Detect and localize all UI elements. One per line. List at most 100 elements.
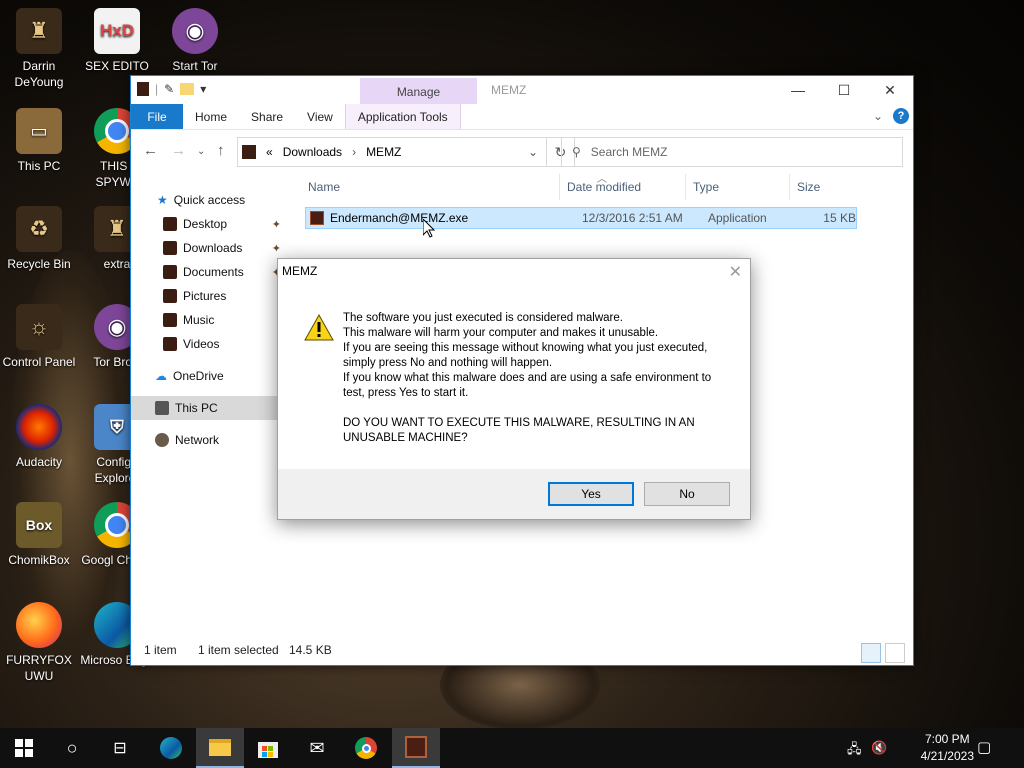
nav-network[interactable]: Network xyxy=(131,428,279,452)
nav-label: OneDrive xyxy=(173,369,224,383)
nav-videos[interactable]: Videos xyxy=(131,332,279,356)
desktop-icon-hxd[interactable]: HxD SEX EDITO xyxy=(78,8,156,74)
tab-manage[interactable]: Manage xyxy=(360,78,477,104)
column-header-size[interactable]: Size xyxy=(797,180,820,194)
nav-quick-access[interactable]: ★ Quick access xyxy=(131,188,279,212)
file-row-selected[interactable]: Endermanch@MEMZ.exe 12/3/2016 2:51 AM Ap… xyxy=(305,207,857,229)
nav-downloads[interactable]: Downloads ✦ xyxy=(131,236,281,260)
question-line: DO YOU WANT TO EXECUTE THIS MALWARE, RES… xyxy=(343,417,695,429)
desktop-icon-furryfox[interactable]: FURRYFOX UWU xyxy=(0,602,78,684)
maximize-button[interactable]: ☐ xyxy=(821,76,867,104)
tab-application-tools[interactable]: Application Tools xyxy=(344,104,461,129)
forward-icon[interactable]: → xyxy=(171,142,186,159)
dialog-message: The software you just executed is consid… xyxy=(343,311,733,446)
tab-file[interactable]: File xyxy=(131,104,183,129)
search-icon[interactable]: ○ xyxy=(48,728,96,768)
desktop-icon-label: SEX EDITO xyxy=(85,59,149,73)
nav-label: Pictures xyxy=(183,289,227,303)
exe-icon xyxy=(310,211,324,225)
taskbar-chrome[interactable] xyxy=(342,728,390,768)
desktop-icon-label: Start Tor xyxy=(172,59,218,73)
column-header-name[interactable]: Name xyxy=(308,180,340,194)
taskbar-mail[interactable]: ✉ xyxy=(293,728,341,768)
up-icon[interactable]: ↑ xyxy=(217,142,225,159)
close-button[interactable]: ✕ xyxy=(867,76,913,104)
taskbar-store[interactable] xyxy=(244,728,292,768)
nav-label: This PC xyxy=(175,401,218,415)
mouse-cursor-icon xyxy=(423,219,435,238)
recycle-bin-icon: ♻ xyxy=(16,206,62,252)
network-icon[interactable]: 🖧 xyxy=(847,740,862,762)
details-view-icon[interactable] xyxy=(861,643,881,663)
expand-ribbon-icon[interactable]: ⌄ xyxy=(873,109,883,123)
breadcrumb-overflow[interactable]: « xyxy=(266,145,273,159)
clock[interactable]: 7:00 PM 4/21/2023 xyxy=(921,731,974,765)
properties-icon[interactable]: ✎ xyxy=(164,82,174,96)
selection-size: 14.5 KB xyxy=(289,643,332,657)
navigation-pane: ★ Quick access Desktop ✦ Downloads ✦ Doc… xyxy=(131,188,281,628)
this-pc-icon xyxy=(155,401,169,415)
taskbar-file-explorer[interactable] xyxy=(196,728,244,768)
clock-date: 4/21/2023 xyxy=(920,749,974,763)
dialog-close-icon[interactable]: ✕ xyxy=(729,262,742,282)
nav-desktop[interactable]: Desktop ✦ xyxy=(131,212,281,236)
column-divider[interactable] xyxy=(789,174,790,200)
tab-share[interactable]: Share xyxy=(239,104,295,129)
column-header-type[interactable]: Type xyxy=(693,180,719,194)
dialog-button-bar: Yes No xyxy=(278,469,750,519)
desktop-icon-control-panel[interactable]: ☼ Control Panel xyxy=(0,304,78,370)
title-bar[interactable]: | ✎ ▾ Manage MEMZ — ☐ ✕ xyxy=(131,76,913,104)
no-button[interactable]: No xyxy=(644,482,730,506)
pin-icon[interactable]: ✦ xyxy=(272,218,281,231)
malware-warning-dialog: MEMZ ✕ The software you just executed is… xyxy=(277,258,751,520)
chrome-icon xyxy=(355,737,377,759)
ribbon-tabs: File Home Share View Application Tools ⌄… xyxy=(131,104,913,130)
nav-music[interactable]: Music xyxy=(131,308,279,332)
column-header-date[interactable]: Date modified xyxy=(567,180,641,194)
breadcrumb-downloads[interactable]: Downloads xyxy=(283,145,342,159)
nav-onedrive[interactable]: ☁ OneDrive xyxy=(131,364,279,388)
desktop-icon-recycle-bin[interactable]: ♻ Recycle Bin xyxy=(0,206,78,272)
desktop-icon-label: Darrin DeYoung xyxy=(14,59,64,89)
edge-icon xyxy=(160,737,182,759)
windows-logo-icon xyxy=(15,739,33,757)
desktop-icon-start-tor[interactable]: ◉ Start Tor xyxy=(156,8,234,74)
recent-locations-icon[interactable]: ⌄ xyxy=(197,146,205,157)
nav-pictures[interactable]: Pictures xyxy=(131,284,279,308)
chevron-down-icon[interactable]: ▾ xyxy=(200,82,206,96)
file-size: 15 KB xyxy=(823,211,856,225)
nav-this-pc[interactable]: This PC xyxy=(131,396,279,420)
pin-icon[interactable]: ✦ xyxy=(272,242,281,255)
tab-home[interactable]: Home xyxy=(183,104,239,129)
desktop-icon-darrin[interactable]: ♜ Darrin DeYoung xyxy=(0,8,78,90)
new-folder-icon[interactable] xyxy=(180,83,195,95)
breadcrumb-memz[interactable]: MEMZ xyxy=(366,145,401,159)
help-icon[interactable]: ? xyxy=(893,108,909,124)
nav-documents[interactable]: Documents ✦ xyxy=(131,260,281,284)
minimize-button[interactable]: — xyxy=(775,76,821,104)
back-icon[interactable]: ← xyxy=(143,142,158,159)
taskbar-memz[interactable] xyxy=(392,728,440,768)
column-divider[interactable] xyxy=(685,174,686,200)
task-view-icon[interactable]: ⊟ xyxy=(96,728,144,768)
file-date: 12/3/2016 2:51 AM xyxy=(582,211,683,225)
address-dropdown-icon[interactable]: ⌄ xyxy=(528,145,538,159)
memz-icon xyxy=(405,736,427,758)
large-icons-view-icon[interactable] xyxy=(885,643,905,663)
tab-view[interactable]: View xyxy=(295,104,345,129)
desktop-icon-audacity[interactable]: Audacity xyxy=(0,404,78,470)
tor-icon: ◉ xyxy=(172,8,218,54)
volume-muted-icon[interactable]: 🔇 xyxy=(871,740,887,756)
search-icon: ⚲ xyxy=(572,145,581,159)
start-button[interactable] xyxy=(0,728,48,768)
column-divider[interactable] xyxy=(559,174,560,200)
breadcrumb-separator-icon: › xyxy=(352,145,357,159)
firefox-icon xyxy=(16,602,62,648)
taskbar-edge[interactable] xyxy=(147,728,195,768)
yes-button[interactable]: Yes xyxy=(548,482,634,506)
desktop-icon-chomikbox[interactable]: Box ChomikBox xyxy=(0,502,78,568)
search-input[interactable]: ⚲ Search MEMZ xyxy=(561,137,903,167)
notifications-icon[interactable]: ▢ xyxy=(977,738,991,756)
address-bar[interactable]: « Downloads › MEMZ ⌄ xyxy=(237,137,547,167)
desktop-icon-this-pc[interactable]: ▭ This PC xyxy=(0,108,78,174)
